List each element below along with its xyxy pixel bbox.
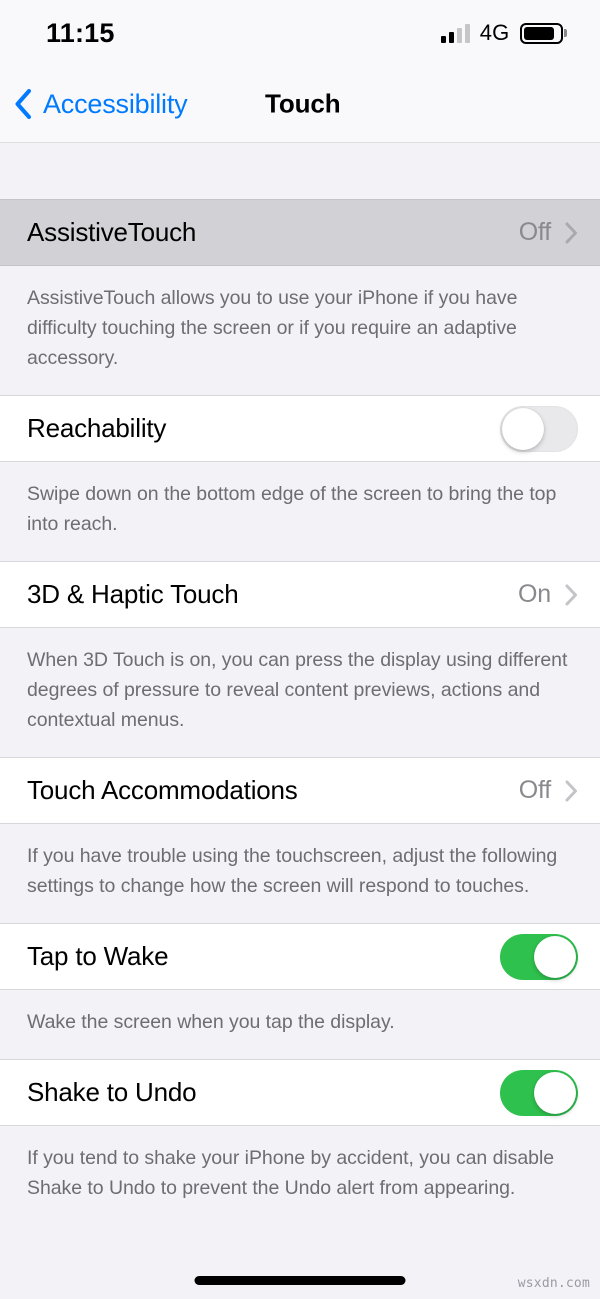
iphone-settings-screen: 11:15 4G Accessibility Touch AssistiveTo… [0,0,600,1299]
section-footer-assistivetouch: AssistiveTouch allows you to use your iP… [0,266,600,395]
toggle-knob [502,407,544,450]
network-type-label: 4G [479,20,510,45]
chevron-right-icon [565,780,578,802]
list-top-spacer [0,143,600,199]
section-footer-shake-to-undo: If you tend to shake your iPhone by acci… [0,1126,600,1235]
section-footer-touch-accommodations: If you have trouble using the touchscree… [0,824,600,923]
row-label: AssistiveTouch [27,217,197,247]
settings-row-3d-haptic-touch[interactable]: 3D & Haptic Touch On [0,561,600,628]
chevron-right-icon [565,584,578,606]
section-footer-tap-to-wake: Wake the screen when you tap the display… [0,990,600,1059]
section-footer-3d-haptic-touch: When 3D Touch is on, you can press the d… [0,628,600,757]
row-value: On [518,580,551,608]
settings-row-reachability[interactable]: Reachability [0,395,600,462]
toggle-knob [534,935,576,978]
settings-row-assistivetouch[interactable]: AssistiveTouch Off [0,199,600,266]
settings-row-touch-accommodations[interactable]: Touch Accommodations Off [0,757,600,824]
tap-to-wake-toggle[interactable] [500,933,578,980]
row-label: 3D & Haptic Touch [27,579,239,609]
row-label: Touch Accommodations [27,775,298,805]
row-label: Shake to Undo [27,1077,197,1107]
row-accessory: Off [519,776,578,805]
status-bar-indicators: 4G [440,20,567,46]
section-footer-reachability: Swipe down on the bottom edge of the scr… [0,462,600,561]
status-bar-clock: 11:15 [46,17,115,48]
row-label: Tap to Wake [27,941,169,971]
chevron-right-icon [565,222,578,244]
status-bar: 11:15 4G [0,0,600,66]
settings-row-shake-to-undo[interactable]: Shake to Undo [0,1059,600,1126]
back-button-label: Accessibility [43,88,188,119]
back-button[interactable]: Accessibility [0,88,188,120]
battery-icon [519,22,567,44]
row-value: Off [518,218,551,246]
navigation-bar: Accessibility Touch [0,66,600,143]
row-accessory: On [518,580,578,609]
chevron-left-icon [14,89,32,119]
page-title: Touch [265,88,341,119]
shake-to-undo-toggle[interactable] [500,1069,578,1116]
toggle-knob [534,1071,576,1114]
settings-row-tap-to-wake[interactable]: Tap to Wake [0,923,600,990]
row-accessory: Off [519,218,578,247]
row-label: Reachability [27,413,167,443]
home-indicator[interactable] [194,1276,406,1285]
watermark: wsxdn.com [517,1276,590,1291]
cellular-signal-icon [440,23,470,43]
reachability-toggle[interactable] [500,405,578,452]
row-value: Off [518,776,551,804]
